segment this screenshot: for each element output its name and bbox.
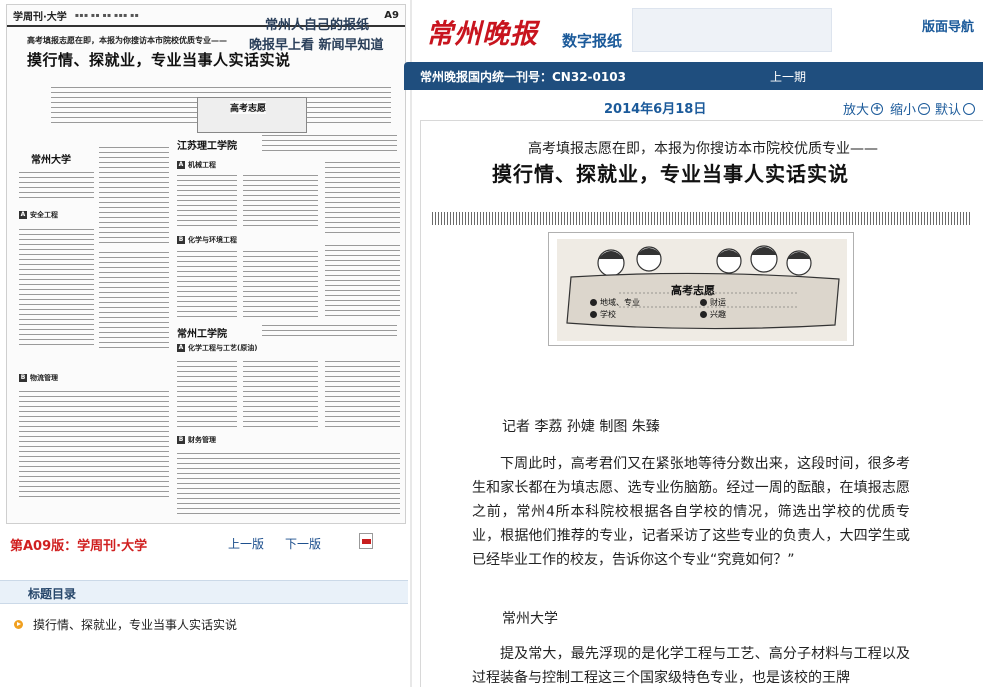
thumbnail-school-3: 常州工学院 [177,325,227,340]
layout-nav-link[interactable]: 版面导航 [922,16,974,35]
zoom-in-label: 放大 [843,103,870,118]
illustration-category: 学校 [590,309,616,320]
thumbnail-text-block [177,249,237,319]
thumbnail-text-block [325,160,400,235]
thumbnail-kicker: 高考填报志愿在即，本报为你搜访本市院校优质专业—— [27,36,227,45]
thumbnail-text-block [243,359,318,429]
toc-item-label: 摸行情、探就业，专业当事人实话实说 [33,618,238,632]
thumbnail-text-block [325,243,400,319]
bullet-icon [590,299,597,306]
site-logo[interactable]: 常州晚报 [426,12,538,51]
illustration-category: 兴趣 [700,309,726,320]
digital-edition-label: 数字报纸 [562,32,623,50]
left-panel: 学周刊·大学 ▪▪▪ ▪▪ ▪▪ ▪▪▪ ▪▪ A9 高考填报志愿在即，本报为你… [0,0,412,687]
zoom-out-label: 缩小 [890,103,917,118]
toc-title: 标题目录 [28,587,77,601]
next-page-link[interactable]: 下一版 [285,535,321,552]
article-kicker: 高考填报志愿在即，本报为你搜访本市院校优质专业—— [528,141,878,157]
bullet-icon [590,311,597,318]
article-byline: 记者 李荔 孙婕 制图 朱臻 [502,419,660,435]
slogan-line-2: 晚报早上看 新闻早知道 [249,38,384,53]
thumbnail-text-block [99,145,169,245]
thumbnail-category: A 安全工程 [19,211,58,219]
thumbnail-text-block [177,359,237,429]
thumbnail-text-block [19,389,169,499]
issn-text: 常州晚报国内统一刊号：CN32-0103 [420,70,626,84]
slogan-line-1: 常州人自己的报纸 [265,18,370,33]
zoom-in-button[interactable]: 放大 + [843,99,884,118]
bullet-icon [700,299,707,306]
illustration-title: 高考志愿 [671,284,715,297]
thumbnail-text-block [19,227,94,347]
illustration-category: 地域、专业 [590,297,640,308]
reset-label: 默认 [935,103,962,118]
article-paragraph: 下周此时，高考君们又在紧张地等待分数出来，这段时间，很多考生和家长都在为填志愿、… [472,456,910,568]
thumbnail-illustration-title: 高考志愿 [230,101,267,114]
issue-date: 2014年6月18日 [604,102,707,117]
prev-page-link[interactable]: 上一版 [228,535,264,552]
thumbnail-category: A 机械工程 [177,161,216,169]
prev-issue-link[interactable]: 上一期 [770,68,806,85]
play-bullet-icon [14,620,23,629]
thumbnail-category: B 物流管理 [19,374,58,382]
thumbnail-category: A 化学工程与工艺(原油) [177,344,258,352]
thumbnail-text-block [325,359,400,429]
newspaper-page-thumbnail[interactable]: 学周刊·大学 ▪▪▪ ▪▪ ▪▪ ▪▪▪ ▪▪ A9 高考填报志愿在即，本报为你… [6,4,406,524]
hatched-divider [432,212,972,225]
thumbnail-category: B 化学与环境工程 [177,236,237,244]
article-paragraph: 提及常大，最先浮现的是化学工程与工艺、高分子材料与工程以及过程装备与控制工程这三… [472,646,910,686]
current-page-label: 第A09版：学周刊·大学 [10,539,148,554]
thumbnail-text-block [262,133,397,155]
reset-circle-icon [963,102,976,115]
pdf-download-icon[interactable] [359,533,373,549]
article-pane [420,120,983,687]
reset-zoom-button[interactable]: 默认 [935,99,976,118]
illustration-category: 财运 [700,297,726,308]
thumbnail-text-block [243,249,318,319]
thumbnail-school-2: 江苏理工学院 [177,137,237,152]
article-headline: 摸行情、探就业，专业当事人实话实说 [492,162,849,186]
thumbnail-text-block [99,250,169,350]
thumbnail-text-block [243,173,318,228]
thumbnail-text-block [262,323,397,337]
zoom-out-button[interactable]: 缩小 − [890,99,931,118]
site-header: 常州晚报 数字报纸 版面导航 [412,0,983,62]
toc-header: 标题目录 [0,580,408,604]
slogan-banner [632,8,832,52]
thumbnail-school-1: 常州大学 [31,151,71,166]
thumbnail-text-block [19,170,94,200]
thumbnail-section: 学周刊·大学 [13,11,67,23]
thumbnail-category: B 财务管理 [177,436,216,444]
article-section-title: 常州大学 [502,611,558,627]
thumbnail-page-number: A9 [384,9,399,21]
thumbnail-text-block [177,451,400,515]
minus-icon: − [918,102,931,115]
plus-icon: + [871,102,884,115]
bullet-icon [700,311,707,318]
thumbnail-text-block [177,173,237,228]
toc-item[interactable]: 摸行情、探就业，专业当事人实话实说 [14,616,237,633]
thumbnail-header-strip: ▪▪▪ ▪▪ ▪▪ ▪▪▪ ▪▪ [74,11,140,19]
